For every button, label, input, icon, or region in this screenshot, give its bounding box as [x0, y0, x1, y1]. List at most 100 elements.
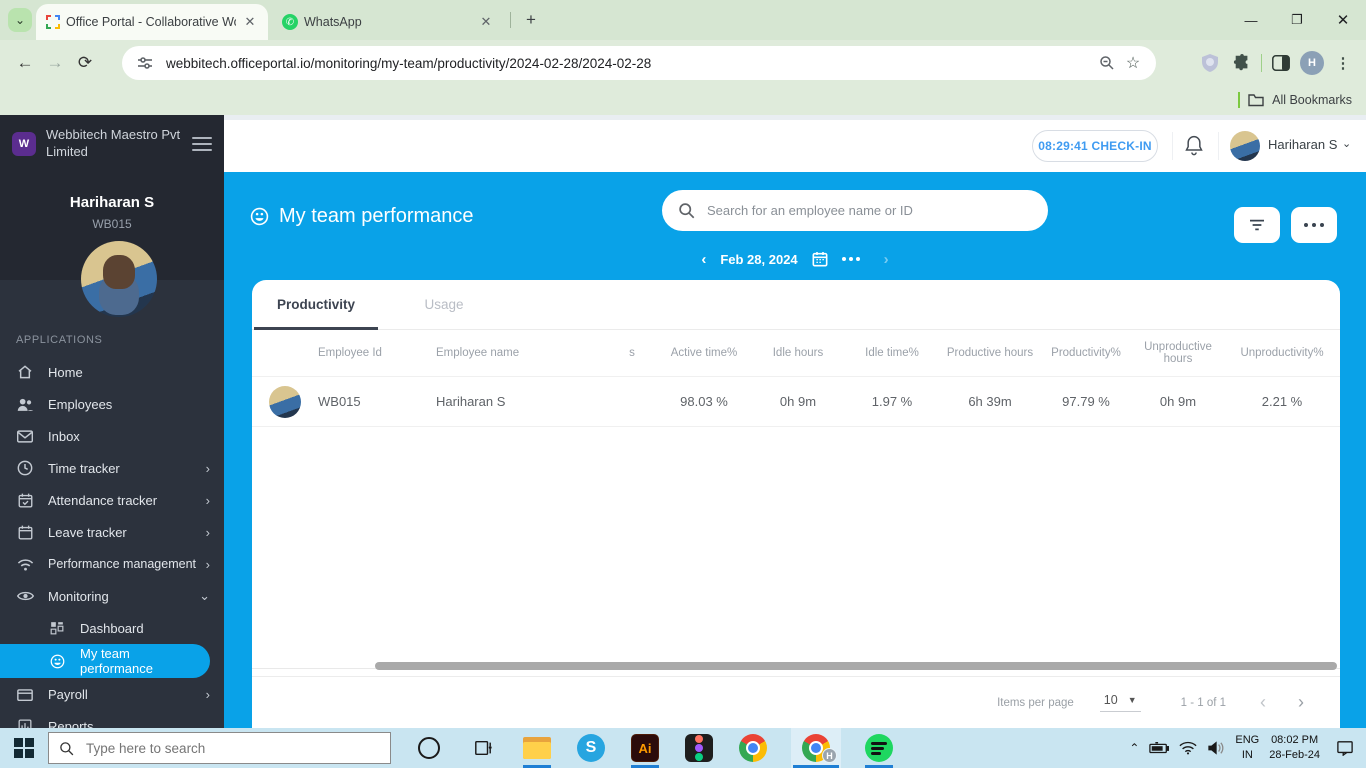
- hamburger-menu-icon[interactable]: [192, 137, 212, 151]
- user-menu-chevron-icon[interactable]: ⌄: [1342, 137, 1351, 150]
- tab-close-icon[interactable]: ✕: [478, 14, 494, 30]
- sidebar-item-payroll[interactable]: Payroll ›: [0, 678, 224, 710]
- tab-divider: [510, 12, 511, 28]
- tab-productivity[interactable]: Productivity: [252, 280, 380, 329]
- previous-page-chevron-icon[interactable]: ‹: [1252, 692, 1274, 713]
- forward-button[interactable]: →: [40, 48, 70, 78]
- chrome-profile-icon[interactable]: H: [791, 728, 841, 768]
- header-user-avatar[interactable]: [1230, 131, 1260, 161]
- home-icon: [16, 363, 34, 381]
- restore-button[interactable]: ❐: [1274, 0, 1320, 40]
- more-options-button[interactable]: [1291, 207, 1337, 243]
- browser-tab-whatsapp[interactable]: ✆ WhatsApp ✕: [272, 4, 504, 40]
- inbox-icon: [16, 427, 34, 445]
- leave-calendar-icon: [16, 523, 34, 541]
- cortana-icon[interactable]: [413, 728, 445, 768]
- shield-extension-icon[interactable]: [1197, 50, 1223, 76]
- table-row[interactable]: WB015 Hariharan S 98.03 % 0h 9m 1.97 % 6…: [252, 377, 1340, 427]
- selected-date[interactable]: Feb 28, 2024: [720, 252, 797, 267]
- bookmark-star-icon[interactable]: ☆: [1120, 50, 1146, 76]
- browser-profile-avatar[interactable]: H: [1300, 51, 1324, 75]
- illustrator-icon[interactable]: Ai: [629, 728, 661, 768]
- spotify-icon[interactable]: [863, 728, 895, 768]
- taskbar-search[interactable]: [48, 732, 391, 764]
- site-settings-icon[interactable]: [132, 50, 158, 76]
- sidebar-item-inbox[interactable]: Inbox: [0, 420, 224, 452]
- check-in-button[interactable]: 08:29:41 CHECK-IN: [1032, 130, 1158, 162]
- action-center-icon[interactable]: [1336, 740, 1354, 756]
- cell-productivity: 97.79 %: [1040, 394, 1132, 409]
- language-indicator[interactable]: ENG IN: [1235, 733, 1259, 763]
- items-per-page-label: Items per page: [997, 697, 1074, 709]
- zoom-icon[interactable]: [1094, 50, 1120, 76]
- ellipsis-icon: [1304, 223, 1324, 227]
- payroll-wallet-icon: [16, 685, 34, 703]
- chevron-right-icon: ›: [206, 493, 210, 508]
- wifi-icon[interactable]: [1179, 741, 1197, 755]
- sidebar-item-leave-tracker[interactable]: Leave tracker ›: [0, 516, 224, 548]
- tray-expand-chevron-icon[interactable]: ⌃: [1129, 741, 1139, 755]
- search-input[interactable]: [707, 203, 1032, 218]
- clock[interactable]: 08:02 PM 28-Feb-24: [1269, 733, 1320, 763]
- company-name: Webbitech Maestro Pvt Limited: [46, 127, 192, 160]
- calendar-icon[interactable]: [812, 251, 828, 267]
- chrome-icon[interactable]: [737, 728, 769, 768]
- side-panel-icon[interactable]: [1268, 50, 1294, 76]
- employee-search[interactable]: [662, 190, 1048, 231]
- sidebar-item-monitoring[interactable]: Monitoring ⌄: [0, 580, 224, 612]
- minimize-button[interactable]: —: [1228, 0, 1274, 40]
- cell-active-time: 98.03 %: [656, 394, 752, 409]
- tab-usage[interactable]: Usage: [380, 280, 508, 329]
- figma-icon[interactable]: [683, 728, 715, 768]
- items-per-page-select[interactable]: 10 ▼: [1100, 693, 1141, 712]
- back-button[interactable]: ←: [10, 48, 40, 78]
- next-page-chevron-icon[interactable]: ›: [1290, 692, 1312, 713]
- sidebar-item-employees[interactable]: Employees: [0, 388, 224, 420]
- header-divider: [1172, 132, 1173, 160]
- sidebar-item-performance-management[interactable]: Performance management ›: [0, 548, 224, 580]
- search-icon: [678, 202, 695, 219]
- volume-icon[interactable]: [1207, 741, 1225, 755]
- profile-avatar[interactable]: [81, 241, 157, 317]
- url-text[interactable]: webbitech.officeportal.io/monitoring/my-…: [166, 56, 1094, 71]
- start-button-icon[interactable]: [14, 738, 34, 758]
- filter-button[interactable]: [1234, 207, 1280, 243]
- battery-icon[interactable]: [1149, 742, 1169, 754]
- taskbar-search-input[interactable]: [86, 741, 380, 756]
- header-user-name[interactable]: Hariharan S: [1268, 137, 1337, 152]
- tab-close-icon[interactable]: ✕: [242, 14, 258, 30]
- next-day-chevron-icon[interactable]: ›: [884, 251, 889, 268]
- extensions-puzzle-icon[interactable]: [1229, 50, 1255, 76]
- folder-icon: [1248, 94, 1264, 107]
- skype-icon[interactable]: S: [575, 728, 607, 768]
- cell-employee-id: WB015: [318, 394, 436, 409]
- previous-day-chevron-icon[interactable]: ‹: [701, 251, 706, 268]
- chevron-right-icon: ›: [206, 525, 210, 540]
- col-header: Unproductive hours: [1132, 341, 1224, 365]
- sidebar-item-attendance-tracker[interactable]: Attendance tracker ›: [0, 484, 224, 516]
- employees-icon: [16, 395, 34, 413]
- sidebar-item-dashboard[interactable]: Dashboard: [0, 612, 224, 644]
- close-button[interactable]: ✕: [1320, 0, 1366, 40]
- omnibox[interactable]: webbitech.officeportal.io/monitoring/my-…: [122, 46, 1156, 80]
- pagination-bar: Items per page 10 ▼ 1 - 1 of 1 ‹ ›: [252, 676, 1340, 728]
- col-header: Employee name: [436, 347, 608, 359]
- all-bookmarks-label[interactable]: All Bookmarks: [1272, 93, 1352, 107]
- notifications-bell-icon[interactable]: [1184, 134, 1208, 158]
- sidebar-item-home[interactable]: Home: [0, 356, 224, 388]
- browser-tab-active[interactable]: Office Portal - Collaborative Wo ✕: [36, 4, 268, 40]
- date-more-icon[interactable]: [842, 257, 860, 261]
- reload-button[interactable]: ⟳: [70, 48, 100, 78]
- main-content: My team performance ‹ Feb 28, 2024: [224, 172, 1366, 728]
- tab-search-button[interactable]: ⌄: [8, 8, 32, 32]
- new-tab-button[interactable]: +: [520, 9, 542, 31]
- browser-menu-kebab-icon[interactable]: ⋮: [1330, 50, 1356, 76]
- chevron-down-icon: ⌄: [199, 588, 210, 604]
- file-explorer-icon[interactable]: [521, 728, 553, 768]
- cell-idle-time: 1.97 %: [844, 394, 940, 409]
- horizontal-scrollbar[interactable]: [375, 662, 1337, 670]
- clock-icon: [16, 459, 34, 477]
- sidebar-item-time-tracker[interactable]: Time tracker ›: [0, 452, 224, 484]
- task-view-icon[interactable]: [467, 728, 499, 768]
- sidebar-item-my-team-performance[interactable]: My team performance: [0, 644, 210, 678]
